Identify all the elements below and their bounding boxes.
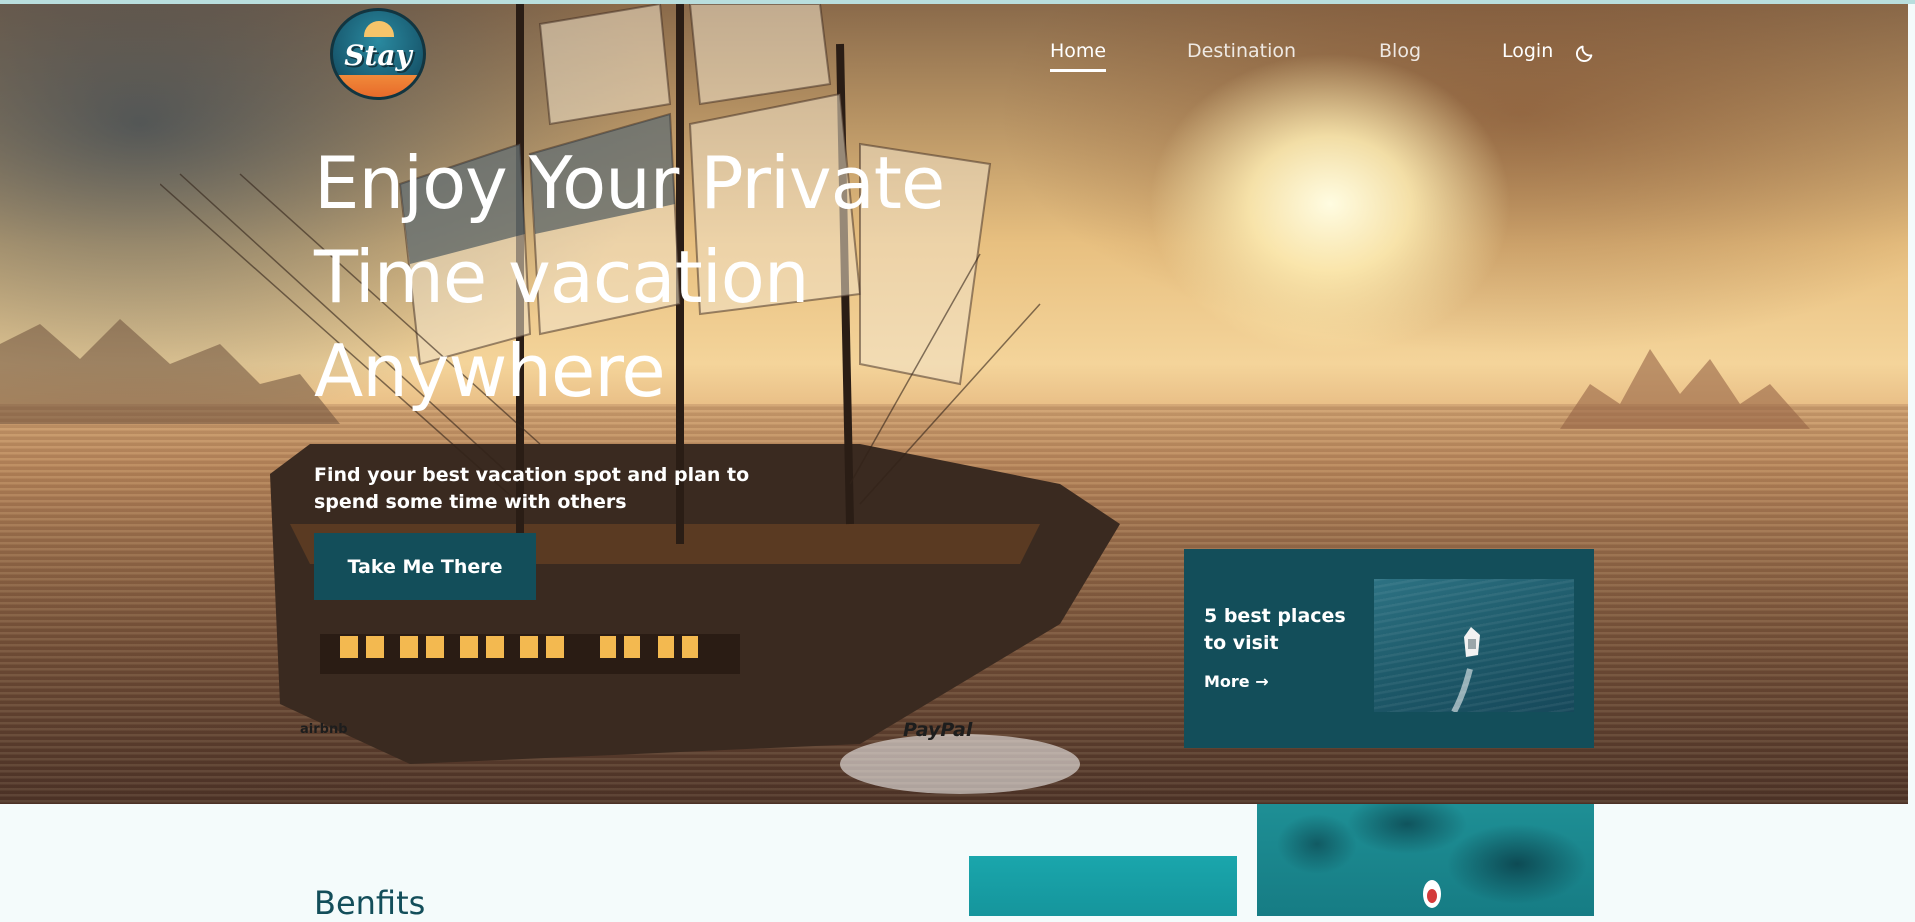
turquoise-water-image [969,856,1237,916]
boat-on-water-icon [1451,627,1480,712]
card-more-label: More [1204,672,1250,691]
moon-icon[interactable] [1574,42,1596,64]
benefits-heading: Benfits [314,884,426,922]
hero-title: Enjoy Your Private Time vacation Anywher… [314,136,1074,418]
airbnb-partner-logo: airbnb [300,722,348,737]
hero-title-line-3: Anywhere [314,329,666,413]
logo-text: Stay [344,39,412,72]
mountains-right [1560,349,1810,429]
take-me-there-button[interactable]: Take Me There [314,533,536,600]
card-boat-image [1374,579,1574,712]
arrow-right-icon: → [1255,672,1269,691]
hero-title-line-1: Enjoy Your Private [314,141,945,225]
featured-card: 5 best places to visit More → [1184,549,1594,748]
card-more-link[interactable]: More → [1204,672,1269,691]
top-navigation: Stay Home Destination Blog Login [0,4,1908,104]
nav-link-destination[interactable]: Destination [1187,40,1296,62]
aerial-boat-image [1257,804,1594,916]
card-title: 5 best places to visit [1204,605,1346,654]
hero-subtitle: Find your best vacation spot and plan to… [314,464,750,513]
red-boat-icon [1423,880,1441,908]
logo-sun-graphic [364,21,394,37]
benefits-section: Benfits [0,804,1915,922]
stay-logo[interactable]: Stay [330,8,426,100]
hero-title-line-2: Time vacation [314,235,809,319]
paypal-partner-logo: PayPal [903,719,973,741]
nav-link-home[interactable]: Home [1050,40,1107,72]
logo-waves-graphic [333,75,423,97]
nav-link-blog[interactable]: Blog [1379,40,1421,62]
nav-link-login[interactable]: Login [1502,40,1553,62]
hero-banner: Stay Home Destination Blog Login Enjoy Y… [0,4,1908,804]
